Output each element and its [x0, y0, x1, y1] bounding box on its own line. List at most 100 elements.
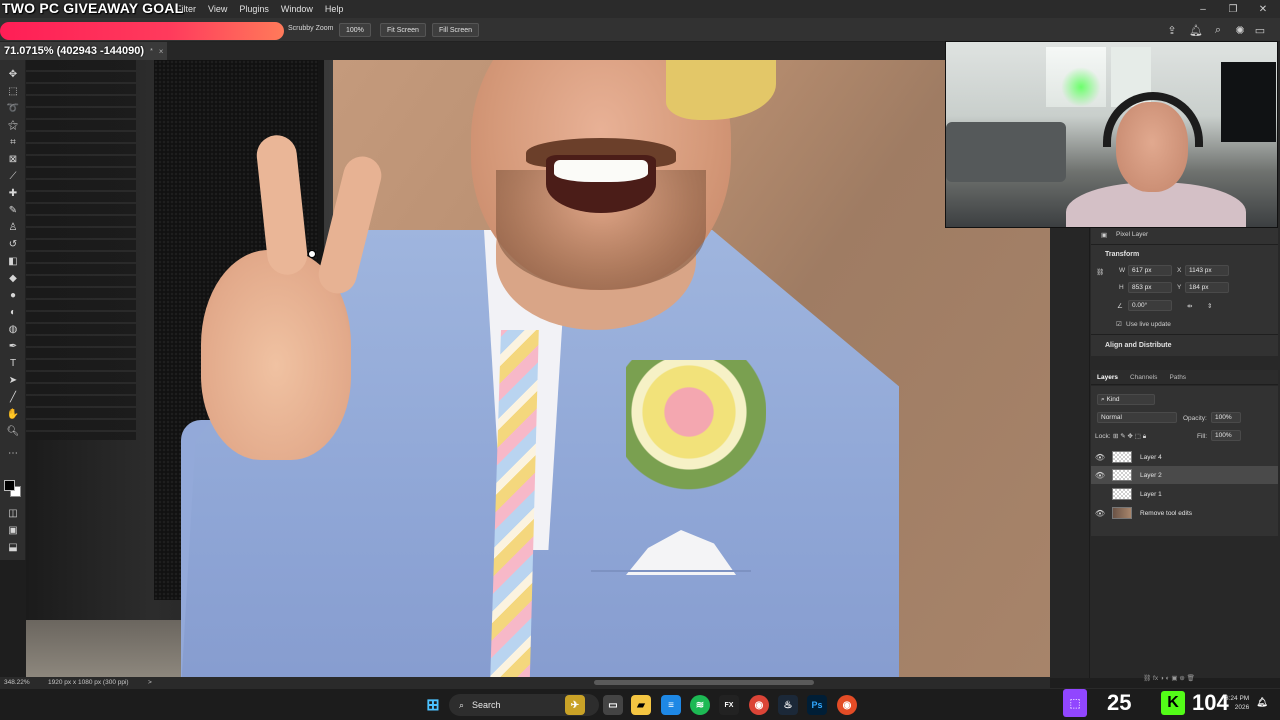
layer-filter-kind[interactable]: ⌕ Kind — [1097, 394, 1155, 405]
layer-actions-icons[interactable]: ⛓ fx ◑ ◐ ▣ ⊕ 🗑︎ — [1143, 674, 1195, 682]
status-arrow-icon[interactable]: > — [148, 679, 152, 686]
layer-thumbnail — [1112, 469, 1132, 481]
maximize-icon[interactable]: ❐ — [1218, 0, 1248, 18]
brush-tool-icon[interactable]: ✎ — [4, 202, 22, 218]
y-label: Y — [1177, 284, 1182, 291]
layer-row-remove-tool-edits[interactable]: 👁︎ Remove tool edits — [1091, 504, 1278, 522]
x-label: X — [1177, 267, 1182, 274]
giveaway-progress-bar — [0, 22, 284, 40]
scrubby-zoom-label[interactable]: Scrubby Zoom — [288, 25, 334, 32]
live-update-checkbox[interactable]: ☑ — [1116, 320, 1122, 328]
menu-plugins[interactable]: Plugins — [233, 4, 275, 14]
lock-icons[interactable]: ⊞ ✎ ✥ ⬚ 🔒︎ — [1113, 432, 1146, 441]
more-tools-icon[interactable]: ⋯ — [4, 445, 22, 461]
layer-row-layer-4[interactable]: 👁︎ Layer 4 — [1091, 448, 1278, 466]
hud-fx-icon[interactable]: FX — [719, 695, 739, 715]
file-explorer-icon[interactable]: ▰ — [631, 695, 651, 715]
horizontal-scrollbar[interactable] — [594, 680, 814, 685]
blur-tool-icon[interactable]: ● — [4, 287, 22, 303]
healing-brush-tool-icon[interactable]: ✚ — [4, 185, 22, 201]
eyedropper-tool-icon[interactable]: ⟋ — [4, 168, 22, 184]
artboard-icon[interactable]: ⬓ — [4, 539, 22, 555]
chrome-canary-icon[interactable]: ◉ — [837, 695, 857, 715]
angle-field[interactable]: 0.00° — [1128, 300, 1172, 311]
document-tab-close-icon[interactable]: × — [159, 47, 164, 56]
lasso-tool-icon[interactable]: ➰ — [4, 100, 22, 116]
type-tool-icon[interactable]: T — [4, 355, 22, 371]
transform-title[interactable]: Transform — [1105, 251, 1139, 258]
flip-vertical-icon[interactable]: ⇕ — [1207, 302, 1212, 310]
eraser-tool-icon[interactable]: ◧ — [4, 253, 22, 269]
notepad-icon[interactable]: ≡ — [661, 695, 681, 715]
menu-help[interactable]: Help — [319, 4, 350, 14]
fill-field[interactable]: 100% — [1211, 430, 1241, 441]
link-icon[interactable]: ⛓ — [1096, 268, 1104, 276]
dodge-tool-icon[interactable]: ◐ — [4, 304, 22, 320]
taskbar-search-icon: ⌕ — [459, 699, 465, 710]
visibility-eye-icon[interactable]: 👁︎ — [1091, 509, 1109, 518]
photoshop-icon[interactable]: Ps — [807, 695, 827, 715]
status-zoom[interactable]: 348.22% — [4, 679, 30, 686]
layer-row-layer-2[interactable]: 👁︎ Layer 2 — [1091, 466, 1278, 484]
share-icon[interactable]: ⇪ — [1165, 23, 1179, 37]
quick-mask-icon[interactable]: ◫ — [4, 505, 22, 521]
document-tab[interactable]: 71.0715% (402943 -144090) * × — [0, 42, 168, 60]
move-tool-icon[interactable]: ✥ — [4, 66, 22, 82]
close-window-icon[interactable]: ✕ — [1248, 0, 1278, 18]
menu-window[interactable]: Window — [275, 4, 319, 14]
spotify-icon[interactable]: ≋ — [690, 695, 710, 715]
layers-panel-tabs: Layers Channels Paths — [1091, 370, 1278, 385]
taskbar-clock[interactable]: 3:24 PM 2026 — [1225, 694, 1249, 712]
history-brush-tool-icon[interactable]: ↺ — [4, 236, 22, 252]
fill-screen-button[interactable]: Fill Screen — [432, 23, 480, 37]
chrome-icon[interactable]: ◉ — [749, 695, 769, 715]
webcam-tv — [1221, 62, 1276, 142]
workspace-icon[interactable]: ▭ — [1253, 23, 1267, 37]
layer-thumbnail — [1112, 507, 1132, 519]
paint-bucket-tool-icon[interactable]: ◆ — [4, 270, 22, 286]
menu-view[interactable]: View — [202, 4, 233, 14]
width-field[interactable]: 617 px — [1128, 265, 1172, 276]
flip-horizontal-icon[interactable]: ⇹ — [1187, 302, 1192, 310]
live-update-label: Use live update — [1126, 321, 1171, 328]
magic-wand-tool-icon[interactable]: ⚝ — [4, 117, 22, 133]
minimize-icon[interactable]: – — [1188, 0, 1218, 18]
crop-tool-icon[interactable]: ⌗ — [4, 134, 22, 150]
sponge-tool-icon[interactable]: ◍ — [4, 321, 22, 337]
screen-mode-icon[interactable]: ▣ — [4, 522, 22, 538]
blend-mode-select[interactable]: Normal — [1097, 412, 1177, 423]
notification-icon[interactable]: 🔔︎ — [1254, 694, 1270, 710]
layer-thumbnail — [1112, 488, 1132, 500]
visibility-eye-icon[interactable]: 👁︎ — [1091, 471, 1109, 480]
steam-icon[interactable]: ♨ — [778, 695, 798, 715]
layer-row-layer-1[interactable]: Layer 1 — [1091, 485, 1278, 503]
taskbar-widget-icon[interactable]: ✈ — [565, 695, 585, 715]
clone-stamp-tool-icon[interactable]: ♙ — [4, 219, 22, 235]
tab-paths[interactable]: Paths — [1169, 374, 1186, 381]
foreground-color-swatch[interactable] — [4, 480, 15, 491]
task-view-icon[interactable]: ▭ — [603, 695, 623, 715]
visibility-eye-icon[interactable]: 👁︎ — [1091, 453, 1109, 462]
marquee-tool-icon[interactable]: ⬚ — [4, 83, 22, 99]
fit-screen-button[interactable]: Fit Screen — [380, 23, 426, 37]
zoom-tool-icon[interactable]: 🔍︎ — [4, 423, 22, 439]
opacity-field[interactable]: 100% — [1211, 412, 1241, 423]
line-tool-icon[interactable]: ╱ — [4, 389, 22, 405]
search-icon[interactable]: ⌕ — [1211, 23, 1225, 37]
canvas-area[interactable] — [26, 60, 1050, 677]
bell-icon[interactable]: 🔔︎ — [1189, 23, 1203, 37]
hand-tool-icon[interactable]: ✋ — [4, 406, 22, 422]
align-distribute-title[interactable]: Align and Distribute — [1105, 342, 1172, 349]
path-selection-tool-icon[interactable]: ➤ — [4, 372, 22, 388]
frame-tool-icon[interactable]: ⊠ — [4, 151, 22, 167]
zoom-100-button[interactable]: 100% — [339, 23, 371, 37]
y-field[interactable]: 184 px — [1185, 282, 1229, 293]
tab-channels[interactable]: Channels — [1130, 374, 1157, 381]
height-field[interactable]: 853 px — [1128, 282, 1172, 293]
lock-label: Lock: — [1095, 433, 1111, 440]
tab-layers[interactable]: Layers — [1097, 374, 1118, 381]
lightbulb-icon[interactable]: ✺ — [1233, 23, 1247, 37]
windows-start-icon[interactable]: ⊞ — [423, 695, 443, 715]
pen-tool-icon[interactable]: ✒ — [4, 338, 22, 354]
x-field[interactable]: 1143 px — [1185, 265, 1229, 276]
